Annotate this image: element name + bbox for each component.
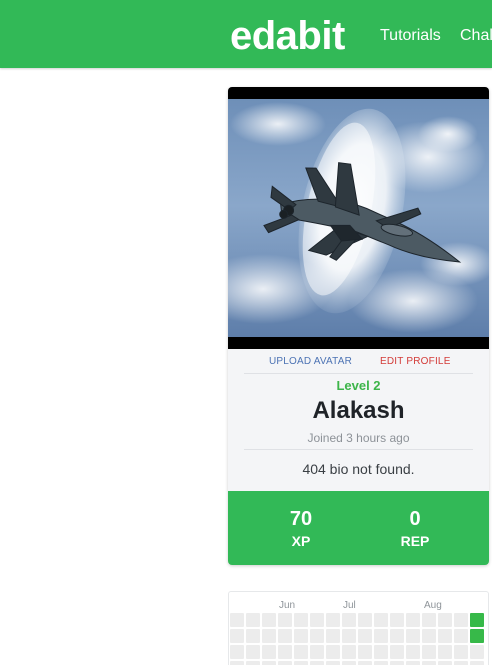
activity-day-cell [390, 629, 404, 643]
activity-day-cell [454, 629, 468, 643]
activity-day-cell [358, 645, 372, 659]
activity-day-cell [358, 629, 372, 643]
activity-day-cell [454, 661, 468, 665]
activity-day-cell [278, 629, 292, 643]
activity-day-cell [246, 613, 260, 627]
activity-day-cell [374, 613, 388, 627]
activity-day-cell [326, 661, 340, 665]
activity-day-cell [342, 613, 356, 627]
nav-challenges-link[interactable]: Challenges [460, 26, 492, 46]
activity-day-cell [358, 661, 372, 665]
activity-day-cell [422, 613, 436, 627]
activity-day-cell [342, 661, 356, 665]
activity-day-cell [390, 661, 404, 665]
activity-day-cell [278, 645, 292, 659]
profile-bio: 404 bio not found. [302, 461, 415, 477]
activity-month-aug: Aug [424, 600, 442, 611]
activity-day-cell [246, 645, 260, 659]
activity-day-cell [294, 645, 308, 659]
activity-day-cell [310, 661, 324, 665]
activity-day-cell [374, 645, 388, 659]
avatar-image [228, 99, 489, 337]
activity-day-cell [470, 629, 484, 643]
activity-day-cell [230, 613, 244, 627]
activity-day-cell [470, 645, 484, 659]
nav-tutorials-link[interactable]: Tutorials [380, 26, 441, 46]
activity-day-cell [294, 661, 308, 665]
profile-actions: UPLOAD AVATAR EDIT PROFILE [244, 349, 473, 374]
profile-card: UPLOAD AVATAR EDIT PROFILE Level 2 Alaka… [228, 87, 489, 565]
profile-username: Alakash [312, 397, 405, 424]
activity-day-cell [438, 613, 452, 627]
upload-avatar-link[interactable]: UPLOAD AVATAR [269, 356, 352, 368]
xp-value: 70 [289, 508, 313, 530]
activity-day-cell [470, 661, 484, 665]
activity-day-cell [390, 645, 404, 659]
activity-day-cell [438, 661, 452, 665]
activity-day-cell [374, 661, 388, 665]
activity-day-cell [422, 645, 436, 659]
activity-day-cell [294, 629, 308, 643]
activity-day-cell [406, 661, 420, 665]
activity-day-cell [230, 661, 244, 665]
activity-day-cell [374, 629, 388, 643]
activity-day-cell [310, 613, 324, 627]
rep-label: REP [400, 533, 430, 549]
avatar [228, 87, 489, 349]
activity-day-cell [262, 645, 276, 659]
activity-day-cell [262, 613, 276, 627]
activity-day-cell [246, 661, 260, 665]
activity-day-cell [326, 613, 340, 627]
activity-day-cell [326, 629, 340, 643]
activity-day-cell [438, 645, 452, 659]
activity-day-cell [406, 629, 420, 643]
edabit-profile-page: edabit Tutorials Challenges [0, 0, 492, 665]
profile-divider [244, 449, 473, 450]
top-navigation-bar: edabit Tutorials Challenges [0, 0, 492, 68]
activity-day-cell [342, 629, 356, 643]
activity-day-cell [294, 613, 308, 627]
rep-stat: 0 REP [360, 508, 470, 549]
xp-label: XP [291, 533, 311, 549]
activity-day-cell [406, 645, 420, 659]
activity-day-cell [230, 629, 244, 643]
activity-day-cell [310, 629, 324, 643]
activity-day-cell [422, 661, 436, 665]
edit-profile-link[interactable]: EDIT PROFILE [380, 356, 451, 368]
activity-day-cell [358, 613, 372, 627]
activity-day-cell [278, 613, 292, 627]
activity-day-cell [326, 645, 340, 659]
activity-month-jul: Jul [343, 600, 356, 611]
edabit-logo-link[interactable]: edabit [230, 14, 345, 58]
profile-joined-date: Joined 3 hours ago [307, 431, 410, 445]
activity-day-cell [262, 629, 276, 643]
profile-stats: 70 XP 0 REP [228, 491, 489, 565]
activity-day-cell [278, 661, 292, 665]
activity-month-jun: Jun [279, 600, 296, 611]
profile-level: Level 2 [336, 378, 381, 393]
activity-day-cell [454, 645, 468, 659]
activity-day-cell [342, 645, 356, 659]
activity-day-cell [406, 613, 420, 627]
activity-day-cell [230, 645, 244, 659]
xp-stat: 70 XP [246, 508, 356, 549]
activity-day-cell [390, 613, 404, 627]
activity-day-cell [454, 613, 468, 627]
activity-day-cell [262, 661, 276, 665]
activity-heatmap: Jun Jul Aug [228, 591, 489, 665]
activity-calendar-grid [229, 613, 488, 665]
activity-day-cell [310, 645, 324, 659]
activity-day-cell [470, 613, 484, 627]
rep-value: 0 [409, 508, 421, 530]
activity-day-cell [422, 629, 436, 643]
activity-day-cell [246, 629, 260, 643]
activity-day-cell [438, 629, 452, 643]
